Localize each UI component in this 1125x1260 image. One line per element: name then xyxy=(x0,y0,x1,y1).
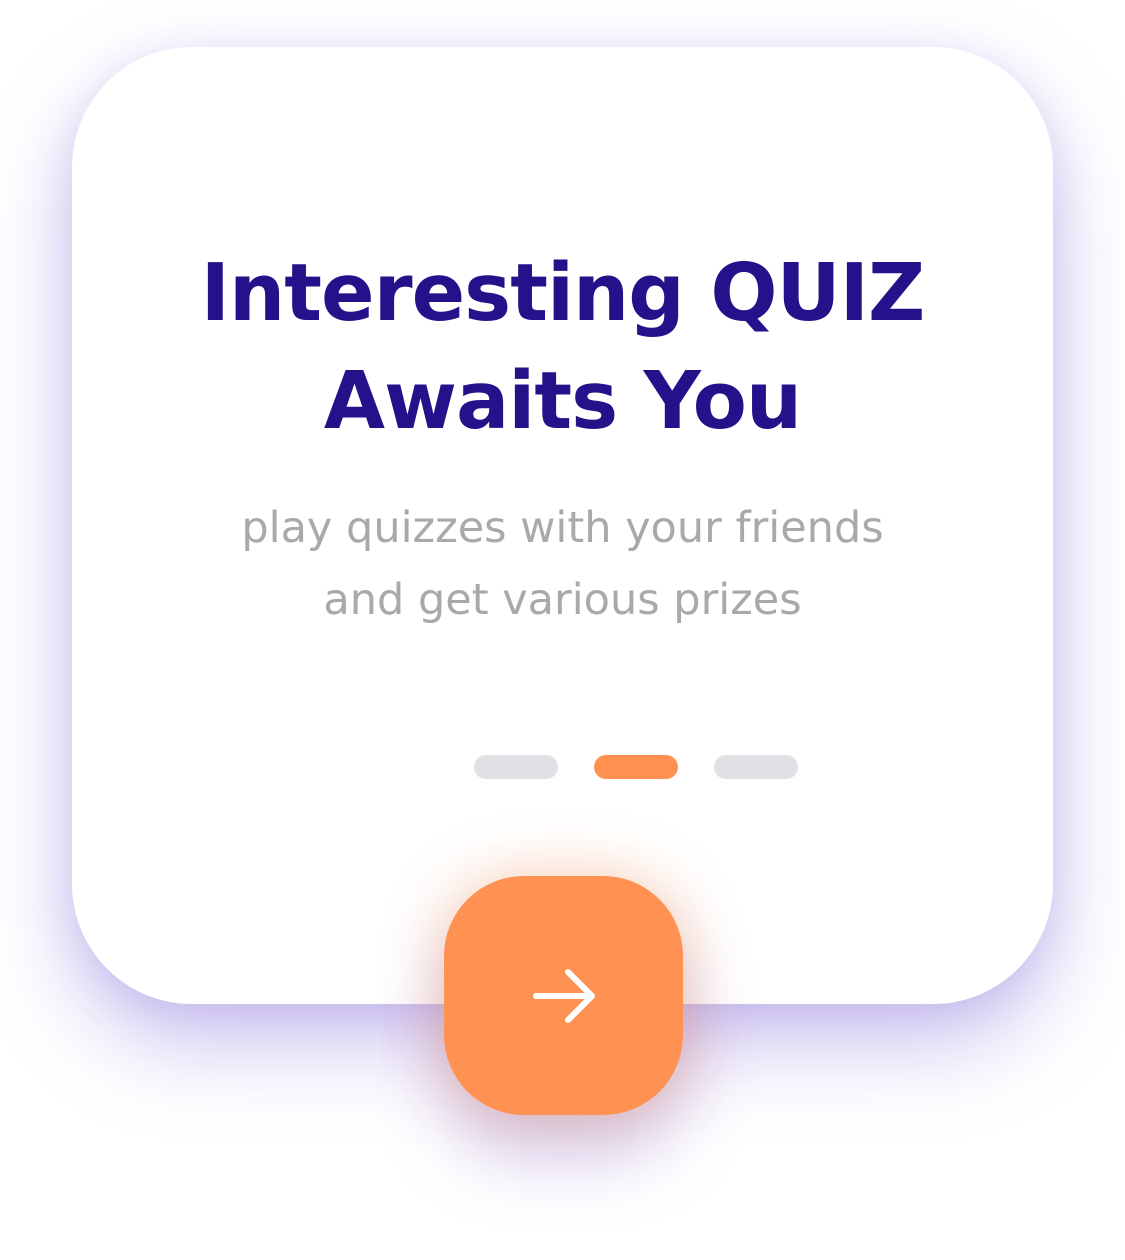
page-dot-3[interactable] xyxy=(714,755,798,779)
subtitle-line-1: play quizzes with your friends xyxy=(241,503,884,553)
title-line-2: Awaits You xyxy=(323,355,802,447)
onboarding-card: Interesting QUIZ Awaits You play quizzes… xyxy=(72,47,1053,1004)
title-line-1: Interesting QUIZ xyxy=(200,247,926,339)
page-dot-1[interactable] xyxy=(474,755,558,779)
subtitle-line-2: and get various prizes xyxy=(323,575,802,625)
page-indicator xyxy=(474,755,798,779)
next-button[interactable] xyxy=(444,876,683,1115)
arrow-right-icon xyxy=(533,969,595,1023)
page-dot-2-active[interactable] xyxy=(594,755,678,779)
